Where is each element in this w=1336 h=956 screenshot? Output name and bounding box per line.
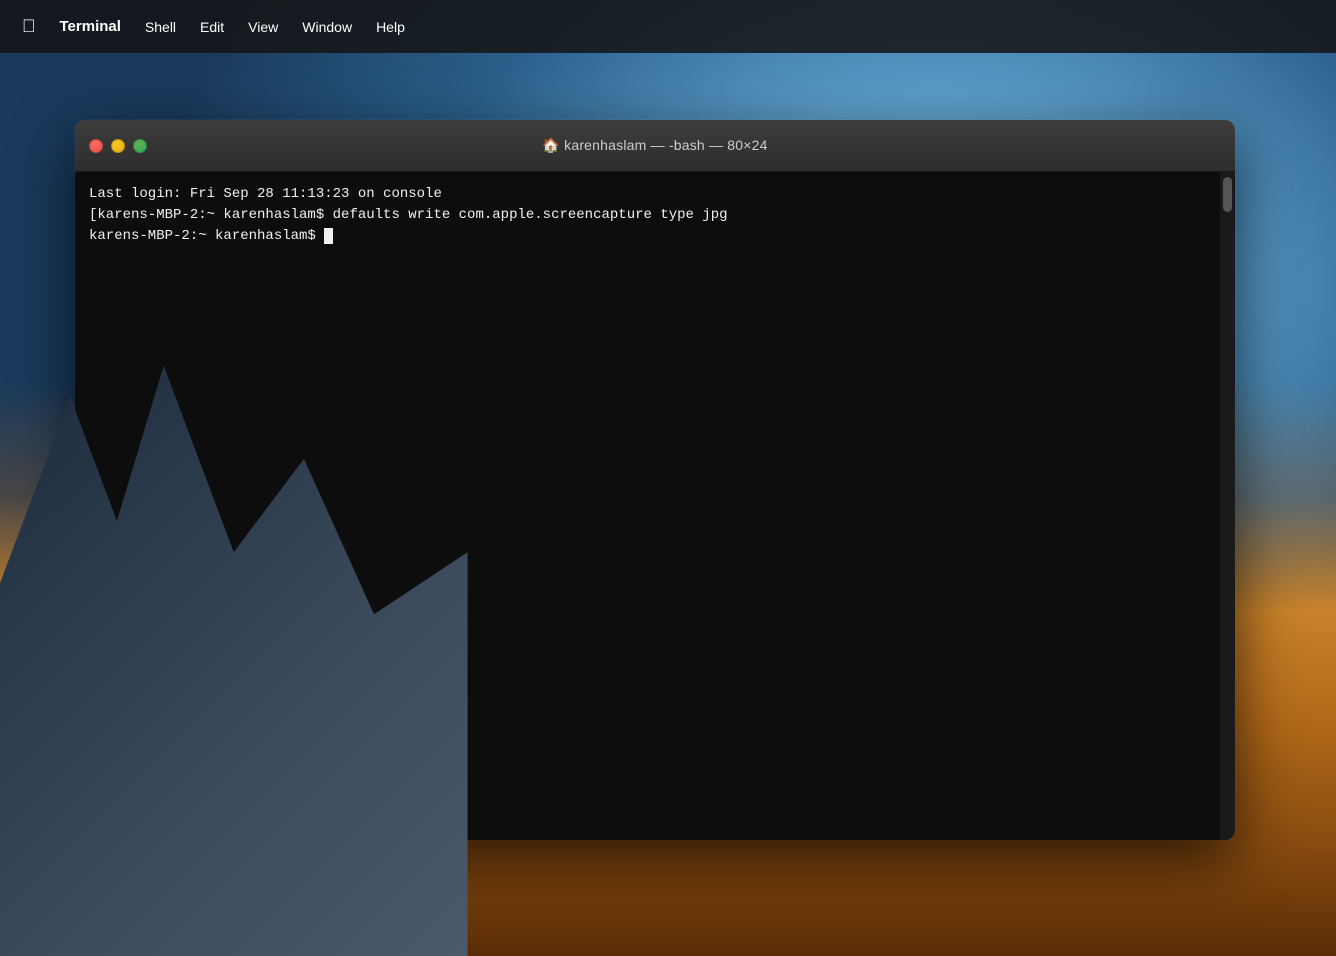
- terminal-cursor: [324, 228, 333, 244]
- terminal-window: 🏠 karenhaslam — -bash — 80×24 Last login…: [75, 120, 1235, 840]
- scrollbar-thumb[interactable]: [1223, 177, 1232, 212]
- menu-view[interactable]: View: [238, 16, 288, 38]
- desktop:  Terminal Shell Edit View Window Help 🏠…: [0, 0, 1336, 956]
- traffic-lights: [89, 139, 147, 153]
- menu-help[interactable]: Help: [366, 16, 415, 38]
- window-title: 🏠 karenhaslam — -bash — 80×24: [542, 137, 767, 154]
- terminal-body[interactable]: Last login: Fri Sep 28 11:13:23 on conso…: [75, 172, 1235, 840]
- terminal-line-3: karens-MBP-2:~ karenhaslam$: [89, 226, 1221, 247]
- menubar:  Terminal Shell Edit View Window Help: [0, 0, 1336, 53]
- minimize-button[interactable]: [111, 139, 125, 153]
- terminal-line-2: [karens-MBP-2:~ karenhaslam$ defaults wr…: [89, 205, 1221, 226]
- close-button[interactable]: [89, 139, 103, 153]
- menu-window[interactable]: Window: [292, 16, 362, 38]
- title-bar: 🏠 karenhaslam — -bash — 80×24: [75, 120, 1235, 172]
- scrollbar[interactable]: [1220, 172, 1235, 840]
- menu-terminal[interactable]: Terminal: [50, 15, 131, 38]
- menu-shell[interactable]: Shell: [135, 16, 186, 38]
- terminal-line-1: Last login: Fri Sep 28 11:13:23 on conso…: [89, 184, 1221, 205]
- maximize-button[interactable]: [133, 139, 147, 153]
- menu-edit[interactable]: Edit: [190, 16, 234, 38]
- apple-menu[interactable]: : [12, 12, 46, 41]
